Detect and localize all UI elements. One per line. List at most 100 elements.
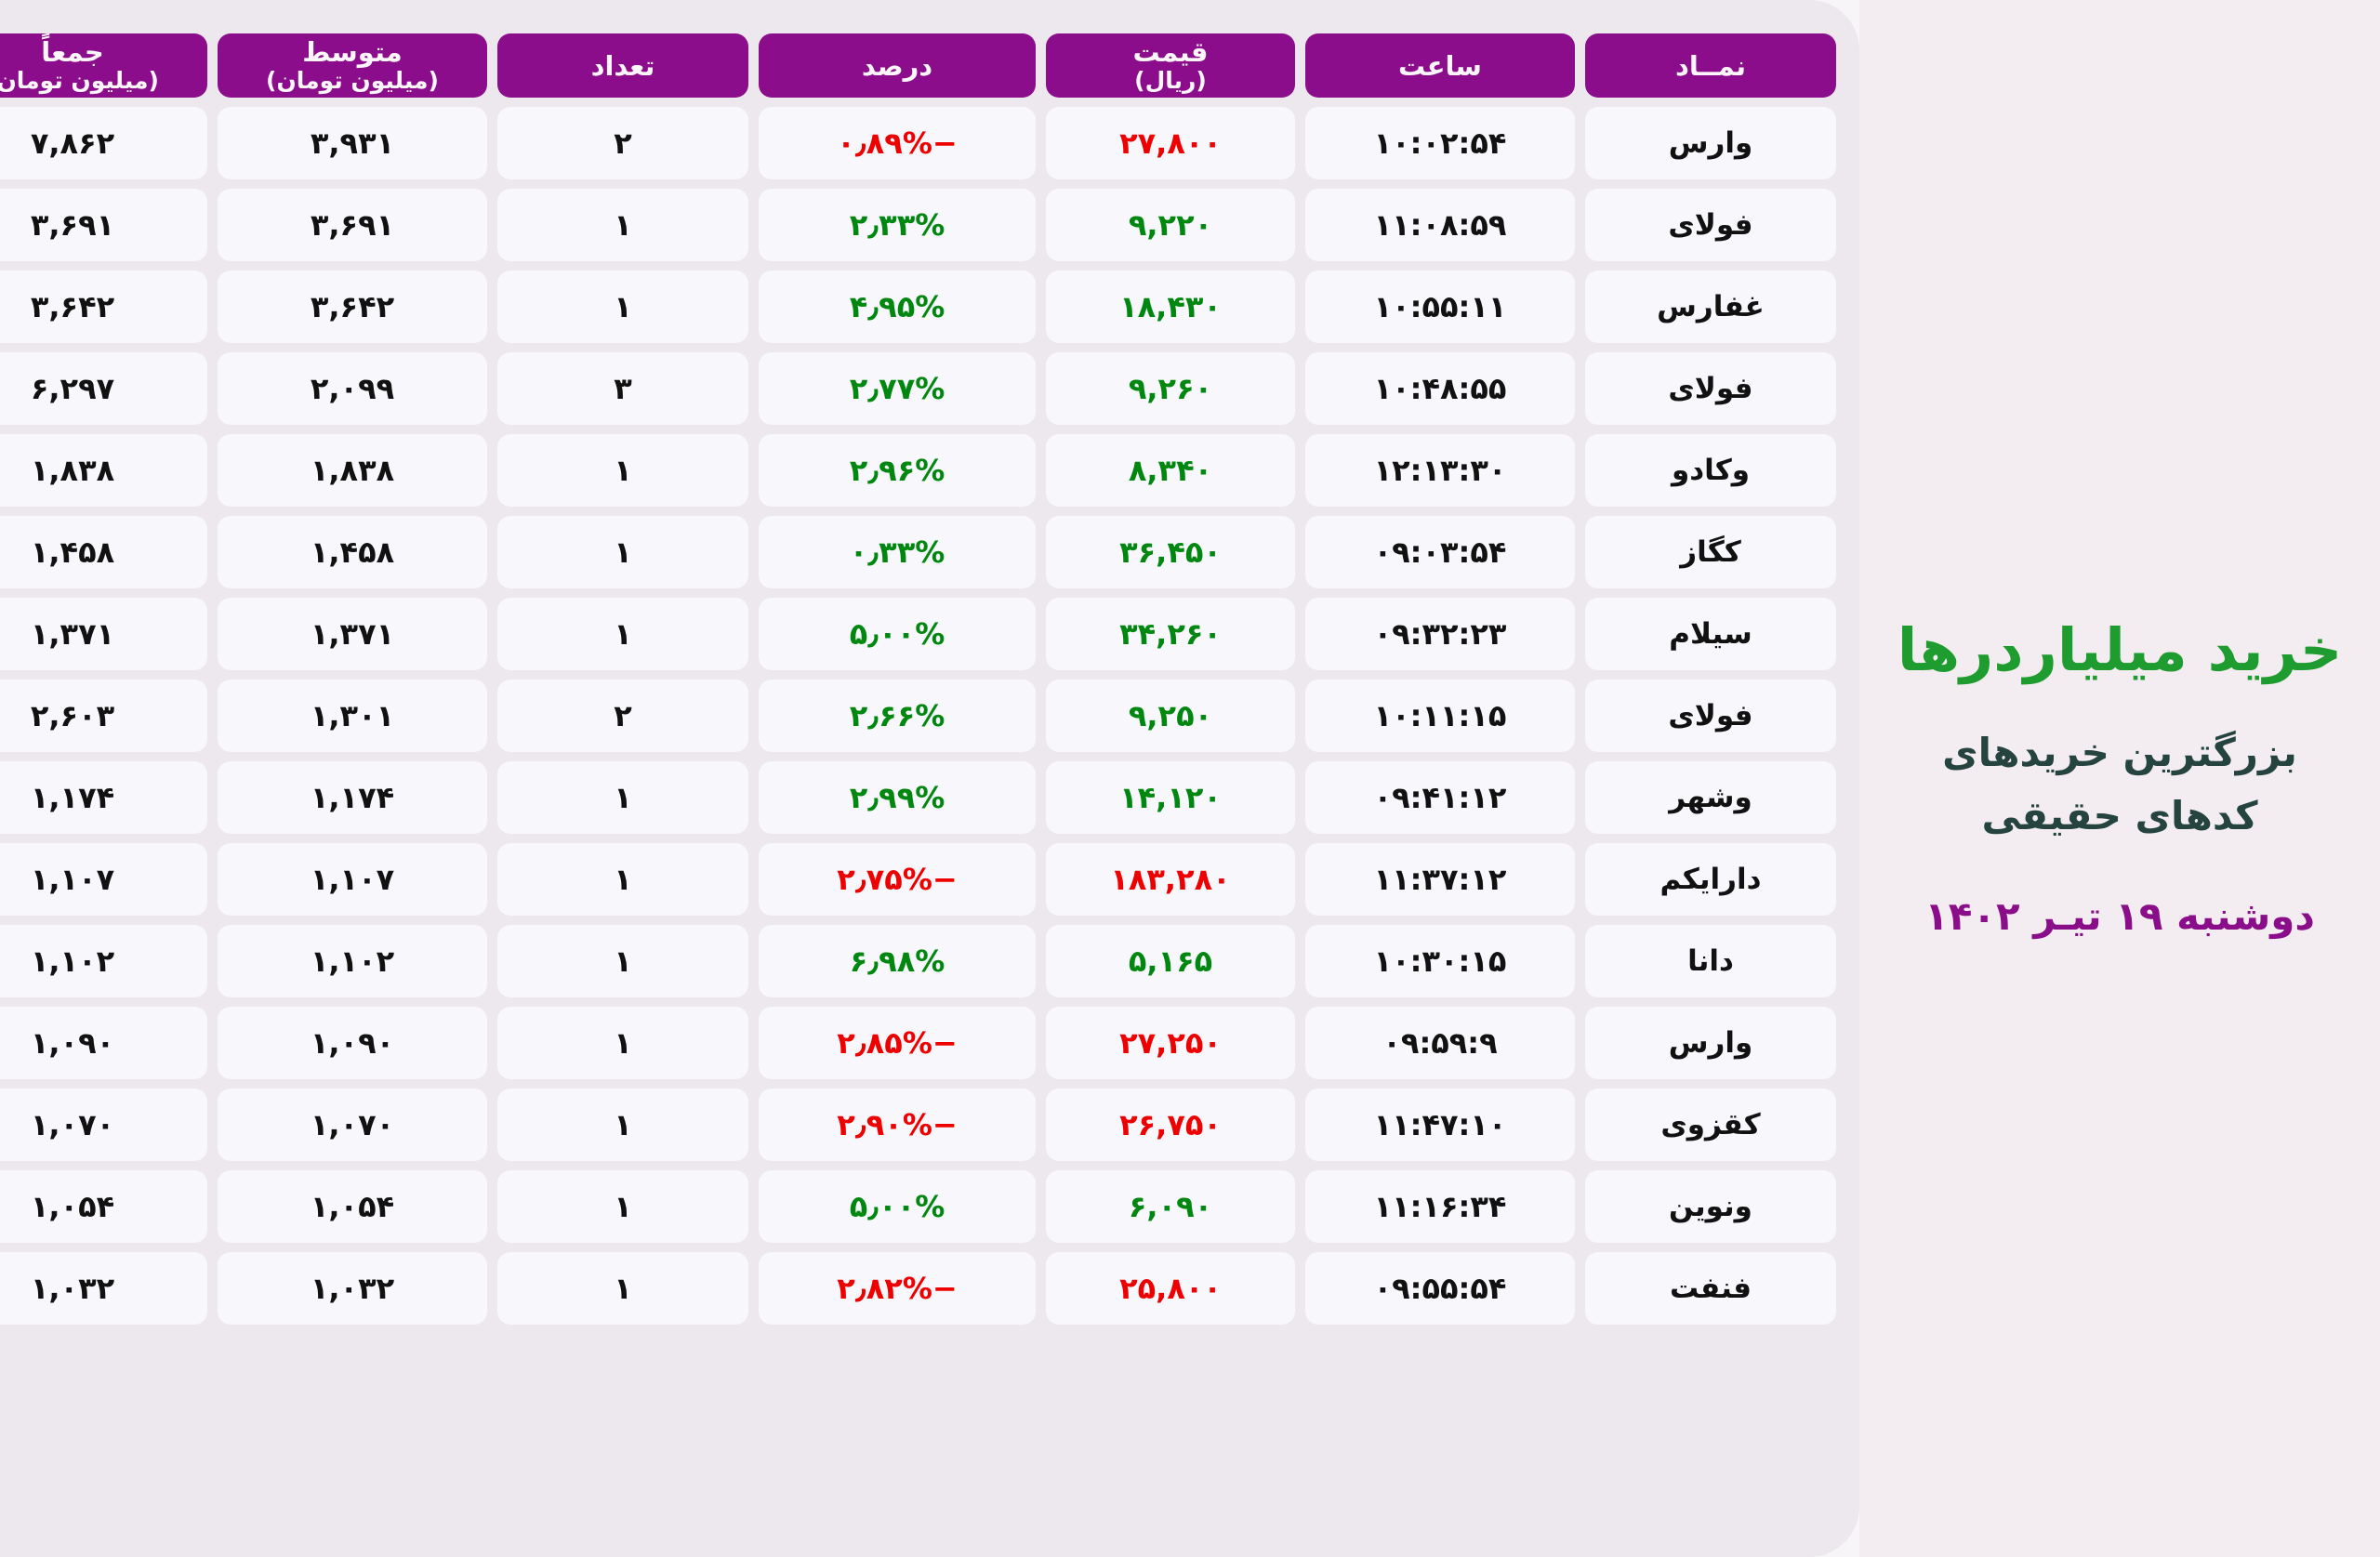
table-row[interactable]: کقزوی ۱۱:۴۷:۱۰ ۲۶,۷۵۰ −۲٫۹۰% ۱ ۱,۰۷۰ ۱,۰۷۰	[0, 1089, 1836, 1162]
column-header-label: قیمت	[1132, 36, 1209, 68]
column-header-label: جمعاً	[41, 36, 104, 68]
cell-average: ۱,۱۰۲	[218, 925, 487, 998]
column-header-price[interactable]: قیمت (ریال)	[1046, 33, 1295, 99]
cell-count: ۳	[497, 352, 748, 426]
column-header-symbol[interactable]: نمــاد	[1585, 33, 1836, 99]
cell-time: ۱۰:۳۰:۱۵	[1305, 925, 1575, 998]
cell-symbol: وکادو	[1585, 434, 1836, 508]
column-header-label: ساعت	[1398, 49, 1482, 82]
cell-count: ۱	[497, 516, 748, 589]
table-row[interactable]: غفارس ۱۰:۵۵:۱۱ ۱۸,۴۳۰ ۴٫۹۵% ۱ ۳,۶۴۲ ۳,۶۴۲	[0, 270, 1836, 344]
cell-count: ۱	[497, 1252, 748, 1326]
cell-count: ۱	[497, 434, 748, 508]
cell-average: ۱,۳۷۱	[218, 598, 487, 671]
table-row[interactable]: ونوین ۱۱:۱۶:۳۴ ۶,۰۹۰ ۵٫۰۰% ۱ ۱,۰۵۴ ۱,۰۵۴	[0, 1170, 1836, 1244]
cell-time: ۱۰:۰۲:۵۴	[1305, 107, 1575, 180]
cell-total: ۶,۲۹۷	[0, 352, 207, 426]
table-row[interactable]: وارس ۰۹:۵۹:۹ ۲۷,۲۵۰ −۲٫۸۵% ۱ ۱,۰۹۰ ۱,۰۹۰	[0, 1007, 1836, 1080]
cell-percent: −۲٫۹۰%	[759, 1089, 1036, 1162]
column-header-count[interactable]: تعداد	[497, 33, 748, 99]
cell-percent: ۵٫۰۰%	[759, 598, 1036, 671]
cell-total: ۱,۱۷۴	[0, 761, 207, 835]
column-header-label: تعداد	[590, 49, 655, 82]
table-header-row: نمــاد ساعت قیمت (ریال) درصد تعداد متوسط (میلیو…	[0, 33, 1836, 99]
column-header-total[interactable]: جمعاً (میلیون تومان)	[0, 33, 207, 99]
cell-total: ۱,۰۹۰	[0, 1007, 207, 1080]
cell-count: ۲	[497, 107, 748, 180]
cell-count: ۱	[497, 1089, 748, 1162]
cell-average: ۱,۸۳۸	[218, 434, 487, 508]
cell-price: ۹,۲۵۰	[1046, 680, 1295, 753]
column-header-time[interactable]: ساعت	[1305, 33, 1575, 99]
cell-average: ۳,۶۹۱	[218, 189, 487, 262]
cell-total: ۱,۸۳۸	[0, 434, 207, 508]
cell-percent: ۲٫۷۷%	[759, 352, 1036, 426]
cell-symbol: سیلام	[1585, 598, 1836, 671]
table-row[interactable]: وشهر ۰۹:۴۱:۱۲ ۱۴,۱۲۰ ۲٫۹۹% ۱ ۱,۱۷۴ ۱,۱۷۴	[0, 761, 1836, 835]
table-row[interactable]: فولای ۱۰:۱۱:۱۵ ۹,۲۵۰ ۲٫۶۶% ۲ ۱,۳۰۱ ۲,۶۰۳	[0, 680, 1836, 753]
cell-percent: ۰٫۳۳%	[759, 516, 1036, 589]
cell-time: ۰۹:۵۹:۹	[1305, 1007, 1575, 1080]
cell-time: ۱۱:۴۷:۱۰	[1305, 1089, 1575, 1162]
cell-average: ۱,۰۷۰	[218, 1089, 487, 1162]
cell-price: ۱۸۳,۲۸۰	[1046, 843, 1295, 917]
cell-time: ۱۱:۱۶:۳۴	[1305, 1170, 1575, 1244]
page-subtitle-line-2: کدهای حقیقی	[1981, 792, 2258, 838]
cell-count: ۱	[497, 761, 748, 835]
table-row[interactable]: فولای ۱۰:۴۸:۵۵ ۹,۲۶۰ ۲٫۷۷% ۳ ۲,۰۹۹ ۶,۲۹۷	[0, 352, 1836, 426]
cell-percent: ۵٫۰۰%	[759, 1170, 1036, 1244]
cell-symbol: غفارس	[1585, 270, 1836, 344]
table-row[interactable]: سیلام ۰۹:۳۲:۲۳ ۳۴,۲۶۰ ۵٫۰۰% ۱ ۱,۳۷۱ ۱,۳۷۱	[0, 598, 1836, 671]
table-row[interactable]: دارا‌یکم ۱۱:۳۷:۱۲ ۱۸۳,۲۸۰ −۲٫۷۵% ۱ ۱,۱۰۷ ۱,۱۰۷	[0, 843, 1836, 917]
page-title: خرید میلیاردرها	[1897, 615, 2344, 684]
cell-price: ۹,۲۲۰	[1046, 189, 1295, 262]
report-date: دوشنبه ۱۹ تیـر ۱۴۰۲	[1924, 892, 2315, 939]
billionaire-purchases-table: نمــاد ساعت قیمت (ریال) درصد تعداد متوسط (میلیو…	[0, 24, 1846, 1334]
cell-symbol: کگاز	[1585, 516, 1836, 589]
cell-price: ۹,۲۶۰	[1046, 352, 1295, 426]
table-row[interactable]: کگاز ۰۹:۰۳:۵۴ ۳۶,۴۵۰ ۰٫۳۳% ۱ ۱,۴۵۸ ۱,۴۵۸	[0, 516, 1836, 589]
cell-price: ۲۷,۸۰۰	[1046, 107, 1295, 180]
cell-percent: ۴٫۹۵%	[759, 270, 1036, 344]
cell-symbol: دارا‌یکم	[1585, 843, 1836, 917]
cell-price: ۳۴,۲۶۰	[1046, 598, 1295, 671]
cell-symbol: وارس	[1585, 107, 1836, 180]
cell-price: ۳۶,۴۵۰	[1046, 516, 1295, 589]
table-row[interactable]: دانا ۱۰:۳۰:۱۵ ۵,۱۶۵ ۶٫۹۸% ۱ ۱,۱۰۲ ۱,۱۰۲	[0, 925, 1836, 998]
table-row[interactable]: فولای ۱۱:۰۸:۵۹ ۹,۲۲۰ ۲٫۳۳% ۱ ۳,۶۹۱ ۳,۶۹۱	[0, 189, 1836, 262]
cell-average: ۱,۰۳۲	[218, 1252, 487, 1326]
cell-symbol: فنفت	[1585, 1252, 1836, 1326]
table-row[interactable]: فنفت ۰۹:۵۵:۵۴ ۲۵,۸۰۰ −۲٫۸۲% ۱ ۱,۰۳۲ ۱,۰۳۲	[0, 1252, 1836, 1326]
cell-time: ۰۹:۰۳:۵۴	[1305, 516, 1575, 589]
table-row[interactable]: وکادو ۱۲:۱۳:۳۰ ۸,۳۴۰ ۲٫۹۶% ۱ ۱,۸۳۸ ۱,۸۳۸	[0, 434, 1836, 508]
cell-time: ۰۹:۴۱:۱۲	[1305, 761, 1575, 835]
cell-time: ۰۹:۵۵:۵۴	[1305, 1252, 1575, 1326]
cell-percent: −۲٫۸۲%	[759, 1252, 1036, 1326]
cell-average: ۱,۰۹۰	[218, 1007, 487, 1080]
data-table-panel: نمــاد ساعت قیمت (ریال) درصد تعداد متوسط (میلیو…	[0, 0, 1859, 1557]
table-body: وارس ۱۰:۰۲:۵۴ ۲۷,۸۰۰ −۰٫۸۹% ۲ ۳,۹۳۱ ۷,۸۶۲ فولای…	[0, 107, 1836, 1326]
column-header-unit: (میلیون تومان)	[266, 67, 439, 95]
column-header-unit: (ریال)	[1134, 67, 1207, 95]
cell-symbol: فولای	[1585, 352, 1836, 426]
cell-average: ۱,۴۵۸	[218, 516, 487, 589]
cell-percent: ۶٫۹۸%	[759, 925, 1036, 998]
column-header-percent[interactable]: درصد	[759, 33, 1036, 99]
column-header-label: نمــاد	[1675, 49, 1746, 82]
cell-count: ۱	[497, 598, 748, 671]
cell-percent: −۲٫۸۵%	[759, 1007, 1036, 1080]
cell-total: ۳,۶۹۱	[0, 189, 207, 262]
page-subtitle-line-1: بزرگترین خریدهای	[1942, 729, 2297, 775]
cell-total: ۱,۰۳۲	[0, 1252, 207, 1326]
cell-average: ۱,۳۰۱	[218, 680, 487, 753]
cell-symbol: فولای	[1585, 680, 1836, 753]
cell-symbol: وشهر	[1585, 761, 1836, 835]
table-row[interactable]: وارس ۱۰:۰۲:۵۴ ۲۷,۸۰۰ −۰٫۸۹% ۲ ۳,۹۳۱ ۷,۸۶۲	[0, 107, 1836, 180]
cell-price: ۸,۳۴۰	[1046, 434, 1295, 508]
cell-price: ۲۷,۲۵۰	[1046, 1007, 1295, 1080]
cell-count: ۱	[497, 843, 748, 917]
column-header-average[interactable]: متوسط (میلیون تومان)	[218, 33, 487, 99]
cell-percent: ۲٫۶۶%	[759, 680, 1036, 753]
cell-symbol: ونوین	[1585, 1170, 1836, 1244]
cell-total: ۱,۱۰۷	[0, 843, 207, 917]
